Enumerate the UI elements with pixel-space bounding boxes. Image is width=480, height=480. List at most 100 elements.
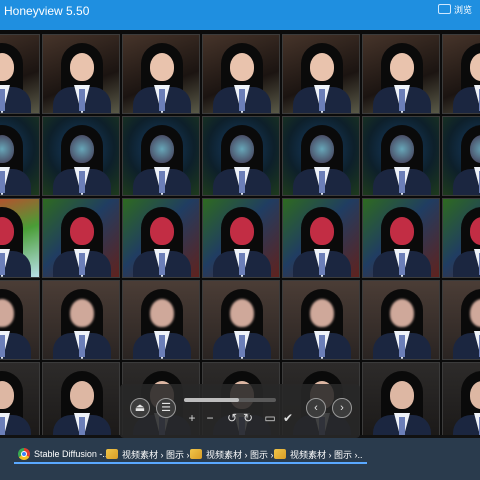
thumbnail-face: [150, 217, 174, 245]
thumbnail-tie: [159, 89, 165, 111]
thumbnail-tie: [79, 417, 85, 435]
taskbar-label: 视频素材 › 图示 ›..: [122, 449, 195, 460]
thumbnail[interactable]: [122, 280, 200, 360]
thumbnail-tie: [319, 253, 325, 275]
thumbnail-tie: [0, 89, 5, 111]
browse-button[interactable]: 浏览: [437, 2, 472, 16]
thumbnail[interactable]: [202, 116, 280, 196]
thumbnail[interactable]: [0, 34, 40, 114]
taskbar-item-folder-3[interactable]: 视频素材 › 图示 ›..: [270, 446, 367, 464]
thumbnail-grid: [0, 30, 480, 435]
thumbnail-face: [390, 381, 414, 409]
taskbar-label: 视频素材 › 图示 ›..: [290, 449, 363, 460]
thumbnail[interactable]: [282, 34, 360, 114]
thumbnail-tie: [239, 335, 245, 357]
taskbar: Stable Diffusion -.. 视频素材 › 图示 ›.. 视频素材 …: [0, 438, 480, 480]
thumbnail-face: [150, 53, 174, 81]
thumbnail[interactable]: [202, 280, 280, 360]
folder-icon: [106, 449, 118, 459]
thumbnail[interactable]: [122, 198, 200, 278]
thumbnail[interactable]: [122, 34, 200, 114]
thumbnail[interactable]: [42, 362, 120, 435]
thumbnail[interactable]: [122, 116, 200, 196]
thumbnail[interactable]: [282, 116, 360, 196]
thumbnail[interactable]: [0, 116, 40, 196]
thumbnail[interactable]: [362, 116, 440, 196]
rotate-right-icon[interactable]: ↻: [242, 412, 254, 424]
thumbnail[interactable]: [362, 362, 440, 435]
browse-label: 浏览: [453, 4, 472, 15]
thumbnail[interactable]: [442, 198, 480, 278]
thumbnail[interactable]: [362, 198, 440, 278]
thumbnail[interactable]: [42, 116, 120, 196]
thumbnail-tie: [399, 417, 405, 435]
thumbnail[interactable]: [0, 362, 40, 435]
thumbnail-tie: [239, 253, 245, 275]
menu-icon[interactable]: ☰: [156, 398, 176, 418]
taskbar-label: Stable Diffusion -..: [34, 449, 108, 459]
thumbnail-face: [390, 135, 414, 163]
thumbnail[interactable]: [42, 34, 120, 114]
thumbnail-tie: [79, 89, 85, 111]
thumbnail-tie: [319, 335, 325, 357]
check-icon[interactable]: ✔: [282, 412, 294, 424]
chrome-icon: [18, 448, 30, 460]
thumbnail-face: [150, 299, 174, 327]
thumbnail-face: [310, 217, 334, 245]
thumbnail-face: [390, 53, 414, 81]
thumbnail-face: [70, 217, 94, 245]
previous-icon[interactable]: ‹: [306, 398, 326, 418]
thumbnail-face: [70, 299, 94, 327]
thumbnail[interactable]: [202, 198, 280, 278]
viewer-toolbar: ⏏ ☰ + − ↺ ↻ ▭ ✔ ‹ ›: [120, 384, 360, 438]
taskbar-label: 视频素材 › 图示 ›..: [206, 449, 279, 460]
thumbnail-face: [230, 299, 254, 327]
zoom-in-icon[interactable]: +: [186, 412, 198, 424]
thumbnail-tie: [399, 335, 405, 357]
slider-fill: [184, 398, 240, 402]
thumbnail-face: [310, 299, 334, 327]
thumbnail-tie: [79, 253, 85, 275]
window-title: Honeyview 5.50: [4, 4, 90, 18]
thumbnail[interactable]: [0, 198, 40, 278]
thumbnail-tie: [319, 171, 325, 193]
thumbnail-tie: [319, 89, 325, 111]
thumbnail-tie: [159, 253, 165, 275]
taskbar-item-folder-1[interactable]: 视频素材 › 图示 ›..: [102, 446, 199, 464]
thumbnail[interactable]: [282, 198, 360, 278]
next-icon[interactable]: ›: [332, 398, 352, 418]
zoom-out-icon[interactable]: −: [204, 412, 216, 424]
thumbnail-tie: [239, 171, 245, 193]
thumbnail-tie: [79, 335, 85, 357]
thumbnail-tie: [399, 253, 405, 275]
folder-icon: [190, 449, 202, 459]
taskbar-item-folder-2[interactable]: 视频素材 › 图示 ›..: [186, 446, 283, 464]
thumbnail[interactable]: [442, 362, 480, 435]
thumbnail-tie: [159, 171, 165, 193]
thumbnail[interactable]: [442, 34, 480, 114]
thumbnail[interactable]: [0, 280, 40, 360]
thumbnail-face: [390, 299, 414, 327]
thumbnail-tie: [239, 89, 245, 111]
thumbnail-face: [230, 53, 254, 81]
thumbnail[interactable]: [442, 116, 480, 196]
eject-icon[interactable]: ⏏: [130, 398, 150, 418]
slider-icon[interactable]: ▭: [262, 412, 278, 424]
thumbnail[interactable]: [362, 280, 440, 360]
thumbnail-face: [70, 135, 94, 163]
thumbnail-face: [230, 217, 254, 245]
progress-slider[interactable]: [184, 398, 276, 402]
thumbnail-tie: [159, 335, 165, 357]
thumbnail-face: [390, 217, 414, 245]
thumbnail[interactable]: [282, 280, 360, 360]
thumbnail-face: [150, 135, 174, 163]
thumbnail[interactable]: [362, 34, 440, 114]
rotate-left-icon[interactable]: ↺: [226, 412, 238, 424]
thumbnail[interactable]: [442, 280, 480, 360]
thumbnail-face: [230, 135, 254, 163]
thumbnail[interactable]: [42, 280, 120, 360]
thumbnail-tie: [0, 417, 5, 435]
thumbnail[interactable]: [42, 198, 120, 278]
taskbar-item-stable-diffusion[interactable]: Stable Diffusion -..: [14, 446, 112, 464]
thumbnail[interactable]: [202, 34, 280, 114]
